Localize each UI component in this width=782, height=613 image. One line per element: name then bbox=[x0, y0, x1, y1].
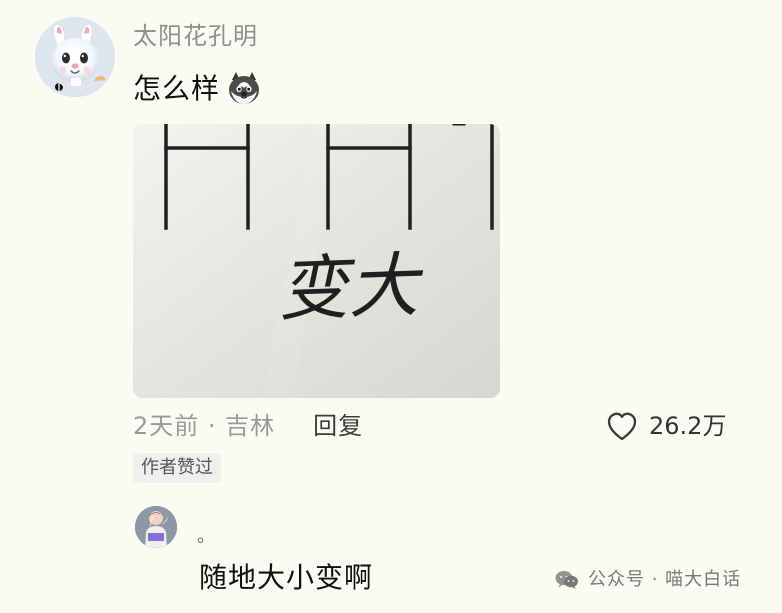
comment-item: 太阳花孔明 怎么样 变大 2天前 · 吉林 回复 26.2万 作者赞过 bbox=[0, 0, 782, 490]
username[interactable]: 太阳花孔明 bbox=[133, 19, 258, 53]
wechat-icon bbox=[554, 569, 580, 591]
rabbit-avatar-icon bbox=[35, 17, 115, 97]
husky-face-icon bbox=[224, 69, 264, 109]
like-count: 26.2万 bbox=[649, 412, 727, 440]
watermark-text: 公众号 · 喵大白话 bbox=[588, 569, 742, 590]
avatar[interactable] bbox=[35, 17, 115, 97]
avatar-icon bbox=[135, 506, 177, 548]
photo-icon: 变大 bbox=[133, 124, 500, 398]
heart-icon bbox=[605, 409, 639, 443]
reply-text: 随地大小变啊 bbox=[199, 561, 374, 594]
comment-content: 怎么样 bbox=[133, 67, 264, 111]
time-location: 2天前 · 吉林 bbox=[133, 412, 276, 440]
like-button[interactable]: 26.2万 bbox=[605, 406, 726, 446]
reply-button[interactable]: 回复 bbox=[313, 410, 363, 442]
comment-meta: 2天前 · 吉林 回复 bbox=[133, 407, 363, 445]
avatar[interactable] bbox=[135, 506, 177, 548]
comment-image[interactable]: 变大 bbox=[133, 124, 500, 398]
watermark: 公众号 · 喵大白话 bbox=[554, 565, 741, 595]
reply-dot: 。 bbox=[197, 526, 215, 547]
comment-text: 怎么样 bbox=[133, 72, 221, 105]
handwritten-text: 变大 bbox=[277, 248, 426, 330]
author-liked-badge: 作者赞过 bbox=[133, 453, 221, 483]
